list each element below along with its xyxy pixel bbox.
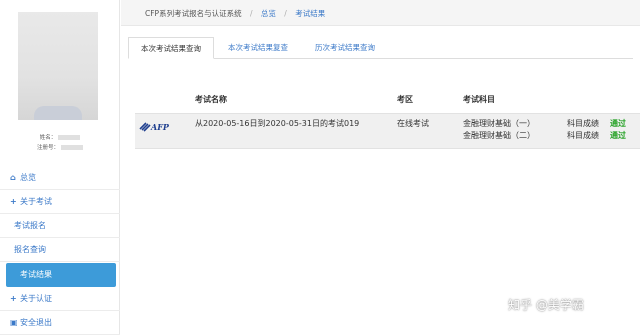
result-tabs: 本次考试结果查询 本次考试结果复查 历次考试结果查询: [128, 37, 633, 59]
sidebar-item-label: 考试报名: [14, 221, 46, 230]
breadcrumb-bar: CFP系列考试报名与认证系统 / 总览 / 考试结果: [121, 0, 640, 26]
sidebar-item-label: 报名查询: [14, 245, 46, 254]
breadcrumb-home-link[interactable]: 总览: [261, 8, 276, 19]
sidebar-menu: ⌂ 总览 + 关于考试 考试报名 报名查询 考试结果 + 关于认证 ▣ 安全退出: [0, 166, 120, 335]
tab-history-result[interactable]: 历次考试结果查询: [304, 37, 386, 59]
sidebar-item-home[interactable]: ⌂ 总览: [0, 166, 120, 190]
avatar: [18, 12, 98, 120]
sidebar-item-label: 总览: [20, 173, 36, 182]
sidebar-item-about-cert[interactable]: + 关于认证: [0, 287, 120, 311]
sidebar-item-label: 关于考试: [20, 197, 52, 206]
header-exam-subject: 考试科目: [463, 95, 495, 104]
lock-icon: ▣: [10, 318, 18, 327]
profile-reg-row: 注册号：: [0, 143, 120, 151]
sidebar: 姓名： 注册号： ⌂ 总览 + 关于考试 考试报名 报名查询 考试结果 + 关于认证 …: [0, 0, 120, 335]
sidebar-item-exam-register[interactable]: 考试报名: [0, 214, 120, 238]
subject-result-pass-2: 通过: [610, 131, 626, 140]
user-profile: 姓名： 注册号：: [0, 0, 120, 162]
sidebar-item-register-query[interactable]: 报名查询: [0, 238, 120, 262]
subject-result-label-2: 科目成绩: [567, 131, 599, 140]
breadcrumb: CFP系列考试报名与认证系统 / 总览 / 考试结果: [145, 8, 325, 19]
sidebar-item-logout[interactable]: ▣ 安全退出: [0, 311, 120, 335]
plus-icon: +: [10, 197, 17, 206]
breadcrumb-separator: /: [284, 9, 287, 18]
zhihu-watermark: 知乎 @美学霸: [508, 298, 584, 312]
breadcrumb-root: CFP系列考试报名与认证系统: [145, 9, 242, 18]
plus-icon: +: [10, 294, 17, 303]
subject-name-1: 金融理财基础（一）: [463, 119, 535, 128]
reg-value-redacted: [61, 145, 83, 150]
breadcrumb-separator: /: [249, 9, 253, 18]
header-exam-name: 考试名称: [195, 95, 227, 104]
subject-result-pass-1: 通过: [610, 119, 626, 128]
afp-logo: AFP: [139, 122, 170, 132]
subject-result-label-1: 科目成绩: [567, 119, 599, 128]
name-label: 姓名：: [39, 135, 57, 141]
header-exam-area: 考区: [397, 95, 413, 104]
afp-logo-text: AFP: [150, 122, 170, 132]
profile-name-row: 姓名：: [0, 133, 120, 141]
home-icon: ⌂: [10, 173, 16, 182]
exam-area-cell: 在线考试: [397, 119, 429, 128]
tab-result-review[interactable]: 本次考试结果复查: [216, 37, 300, 59]
subject-name-2: 金融理财基础（二）: [463, 131, 535, 140]
name-value-redacted: [58, 135, 81, 140]
sidebar-item-about-exam[interactable]: + 关于考试: [0, 190, 120, 214]
table-row: AFP 从2020-05-16日到2020-05-31日的考试019 在线考试 …: [135, 113, 640, 149]
sidebar-item-exam-result[interactable]: 考试结果: [6, 263, 116, 287]
reg-label: 注册号：: [36, 145, 59, 151]
breadcrumb-current[interactable]: 考试结果: [295, 8, 325, 19]
exam-name-cell: 从2020-05-16日到2020-05-31日的考试019: [195, 119, 360, 128]
sidebar-item-label: 安全退出: [20, 318, 52, 327]
sidebar-item-label: 关于认证: [20, 294, 52, 303]
tab-current-result[interactable]: 本次考试结果查询: [128, 37, 214, 59]
sidebar-item-label: 考试结果: [20, 270, 52, 279]
